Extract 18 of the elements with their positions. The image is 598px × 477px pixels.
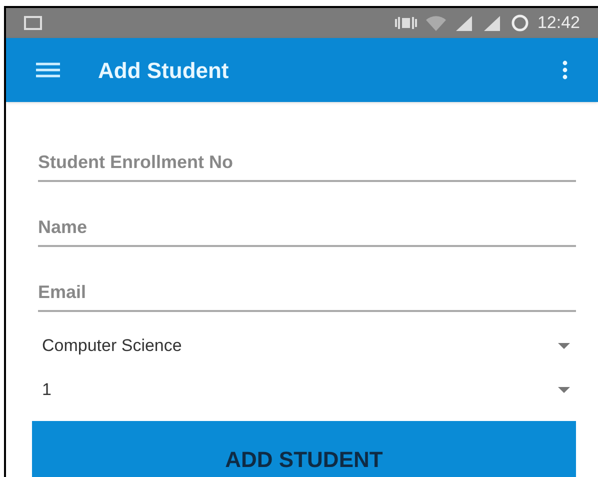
dropdown-caret-icon: [558, 343, 570, 349]
text-field[interactable]: Name: [38, 201, 576, 247]
circle-icon: [511, 14, 530, 32]
dropdown[interactable]: Computer Science: [38, 323, 576, 369]
vibrate-icon: [395, 16, 418, 30]
add-student-button[interactable]: ADD STUDENT: [32, 421, 576, 477]
text-field[interactable]: Student Enrollment No: [38, 136, 576, 182]
status-time: 12:42: [537, 12, 580, 34]
dropdown-value: Computer Science: [42, 335, 182, 358]
screen-notification-icon: [24, 16, 42, 30]
menu-icon[interactable]: [36, 62, 60, 78]
text-field[interactable]: Email: [38, 266, 576, 312]
more-options-icon[interactable]: [562, 60, 568, 80]
dropdown[interactable]: 1: [38, 367, 576, 413]
wifi-icon: [425, 15, 448, 31]
dropdown-value: 1: [42, 379, 52, 402]
dropdown-caret-icon: [558, 387, 570, 393]
app-bar-title: Add Student: [98, 56, 229, 84]
